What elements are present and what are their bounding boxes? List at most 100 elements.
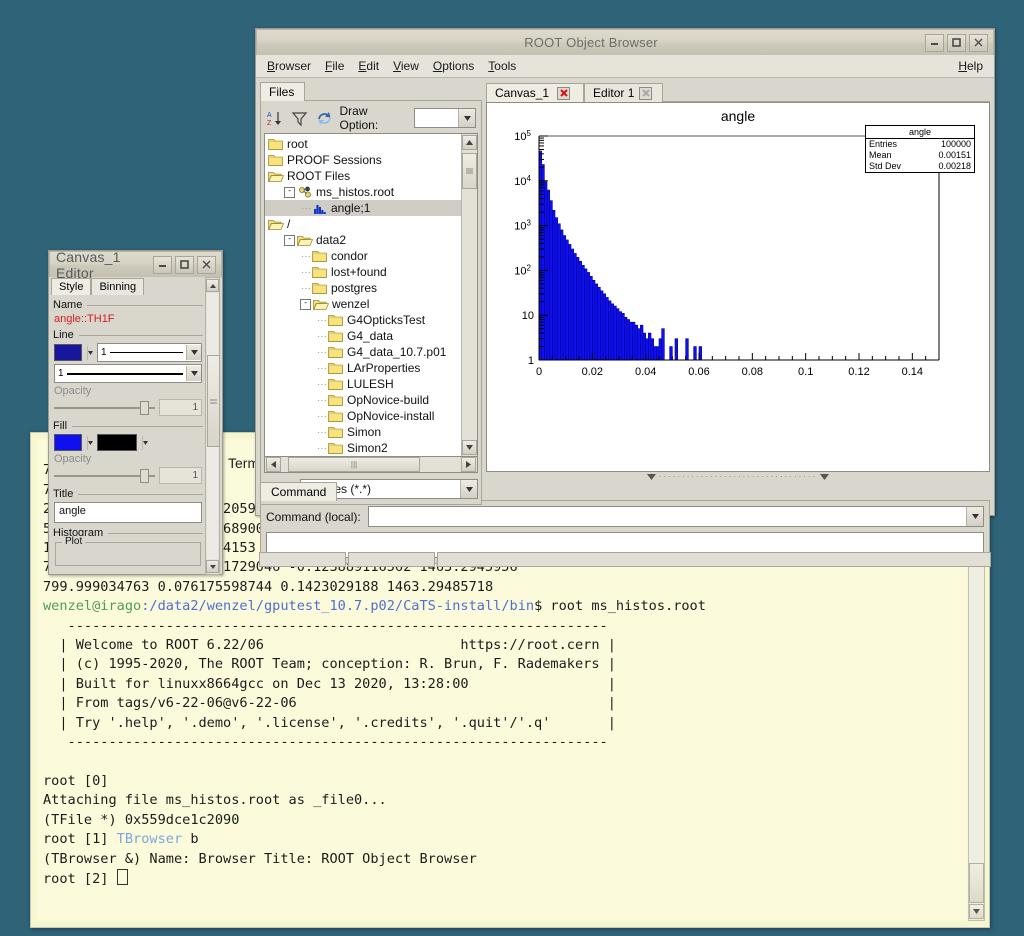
stats-row: Entries 100000 [866, 139, 974, 150]
maximize-icon[interactable] [175, 255, 194, 274]
root-object-browser-window[interactable]: ROOT Object Browser Browser File Edit Vi… [255, 28, 995, 567]
close-icon[interactable] [197, 255, 216, 274]
tree-expander[interactable]: - [284, 234, 295, 246]
file-tree-container[interactable]: root PROOF Sessions ROOT Files - ms_histos.r… [264, 133, 478, 457]
tree-expander[interactable]: - [284, 186, 295, 198]
tree-item-larproperties[interactable]: ··· LArProperties [265, 360, 461, 376]
tree-scroll-left-button[interactable] [266, 457, 281, 472]
line-width-combo[interactable]: 1 [97, 343, 202, 362]
line-style-value: 1 [58, 368, 64, 379]
canvas-tabstrip[interactable]: Canvas_1 Editor 1 [486, 82, 990, 102]
tree-item-lost-found[interactable]: ··· lost+found [265, 264, 461, 280]
tree-scroll-right-button[interactable] [461, 457, 476, 472]
chevron-down-icon[interactable] [140, 435, 149, 450]
close-icon[interactable] [969, 33, 988, 52]
tab-binning[interactable]: Binning [91, 278, 145, 295]
tree-item-data2[interactable]: - data2 [265, 232, 461, 248]
canvas-pad[interactable]: angle 1 10 102 103 104 105 0 0.02 0.04 0.06 0.08 0.… [486, 102, 990, 472]
line-color-swatch[interactable] [54, 344, 82, 361]
editor-scroll-thumb[interactable] [207, 355, 220, 447]
tree-item-wenzel[interactable]: - wenzel [265, 296, 461, 312]
tree-item-ms-histos-root[interactable]: - ms_histos.root [265, 184, 461, 200]
chevron-down-icon[interactable] [966, 507, 983, 526]
menu-item-browser[interactable]: Browser [260, 57, 318, 75]
tree-item-lulesh[interactable]: ··· LULESH [265, 376, 461, 392]
tree-item-[interactable]: / [265, 216, 461, 232]
tree-item-postgres[interactable]: ··· postgres [265, 280, 461, 296]
tree-item-opnovice-install[interactable]: ··· OpNovice-install [265, 408, 461, 424]
chevron-down-icon[interactable] [85, 345, 94, 360]
pane-splitter[interactable]: ·································· [486, 472, 990, 482]
folder-icon [328, 394, 344, 407]
svg-text:Z: Z [267, 120, 272, 127]
funnel-icon[interactable] [291, 109, 310, 128]
tree-item-root-files[interactable]: ROOT Files [265, 168, 461, 184]
tree-hscroll-thumb[interactable]: ||| [288, 457, 420, 472]
editor-scrollbar[interactable] [205, 277, 220, 575]
tab-canvas-1[interactable]: Canvas_1 [486, 83, 585, 102]
browser-titlebar[interactable]: ROOT Object Browser [256, 29, 994, 55]
menu-item-help[interactable]: Help [951, 57, 990, 75]
fill-color-swatch[interactable] [54, 434, 82, 451]
file-tree[interactable]: root PROOF Sessions ROOT Files - ms_histos.r… [265, 134, 461, 456]
close-icon-red[interactable] [557, 86, 571, 100]
sort-az-icon[interactable]: A Z [266, 109, 285, 128]
tree-expander[interactable]: - [300, 298, 311, 310]
fill-pattern-swatch[interactable] [97, 434, 137, 451]
terminal-scroll-thumb[interactable] [969, 863, 984, 903]
tree-vertical-scrollbar[interactable] [461, 134, 477, 456]
tree-item-proof-sessions[interactable]: PROOF Sessions [265, 152, 461, 168]
fill-opacity-slider[interactable] [54, 468, 155, 483]
browser-menubar[interactable]: Browser File Edit View Options Tools Hel… [256, 55, 994, 78]
svg-text:0.14: 0.14 [902, 366, 923, 378]
tree-item-simon[interactable]: ··· Simon [265, 424, 461, 440]
chevron-down-icon[interactable] [458, 109, 476, 127]
folder-icon [268, 138, 284, 151]
minimize-icon[interactable] [153, 255, 172, 274]
editor-scroll-up-button[interactable] [206, 279, 219, 292]
terminal-scroll-down-button[interactable] [969, 904, 984, 919]
draw-option-combo[interactable] [413, 108, 477, 128]
tree-item-g4-data-10-7-p01[interactable]: ··· G4_data_10.7.p01 [265, 344, 461, 360]
files-tabstrip[interactable]: Files [260, 82, 482, 101]
tree-item-g4optickstest[interactable]: ··· G4OpticksTest [265, 312, 461, 328]
stats-box[interactable]: angle Entries 100000 Mean 0.00151 Std Dev 0.0… [865, 125, 975, 173]
tree-guide: ··· [317, 442, 327, 454]
tree-item-condor[interactable]: ··· condor [265, 248, 461, 264]
line-opacity-slider[interactable] [54, 400, 155, 415]
canvas-editor-window[interactable]: Canvas_1 Editor Style Binning Name angle… [48, 249, 223, 575]
editor-titlebar[interactable]: Canvas_1 Editor [49, 249, 222, 281]
line-style-combo[interactable]: 1 [54, 364, 202, 383]
menu-item-file[interactable]: File [318, 57, 351, 75]
tree-item-opnovice-build[interactable]: ··· OpNovice-build [265, 392, 461, 408]
menu-item-tools[interactable]: Tools [481, 57, 523, 75]
tab-command[interactable]: Command [260, 482, 338, 501]
command-input[interactable] [367, 506, 984, 527]
tree-item-g4-data[interactable]: ··· G4_data [265, 328, 461, 344]
menu-item-edit[interactable]: Edit [351, 57, 386, 75]
maximize-icon[interactable] [947, 33, 966, 52]
menu-item-options[interactable]: Options [426, 57, 481, 75]
tree-item-angle-1[interactable]: ··· angle;1 [265, 200, 461, 216]
tab-editor-1[interactable]: Editor 1 [584, 83, 664, 102]
refresh-icon[interactable] [315, 109, 334, 128]
editor-scroll-down-button[interactable] [206, 560, 219, 573]
tree-scroll-up-button[interactable] [462, 135, 477, 150]
minimize-icon[interactable] [925, 33, 944, 52]
tree-horizontal-scrollbar[interactable]: ||| [264, 457, 478, 473]
tab-style[interactable]: Style [51, 278, 92, 295]
tree-scroll-down-button[interactable] [462, 440, 477, 455]
svg-text:0.02: 0.02 [582, 366, 603, 378]
tree-item-root[interactable]: root [265, 136, 461, 152]
tree-item-simon2[interactable]: ··· Simon2 [265, 440, 461, 456]
status-cell-2 [348, 552, 435, 567]
tab-files[interactable]: Files [260, 82, 306, 101]
tree-scroll-thumb[interactable] [462, 153, 477, 189]
title-input[interactable]: angle [54, 502, 202, 523]
close-icon-gray[interactable] [639, 86, 653, 100]
chevron-down-icon[interactable] [85, 435, 94, 450]
chevron-down-icon[interactable] [460, 480, 477, 498]
menu-item-view[interactable]: View [386, 57, 426, 75]
chevron-down-icon[interactable] [186, 345, 201, 360]
chevron-down-icon[interactable] [186, 366, 201, 381]
